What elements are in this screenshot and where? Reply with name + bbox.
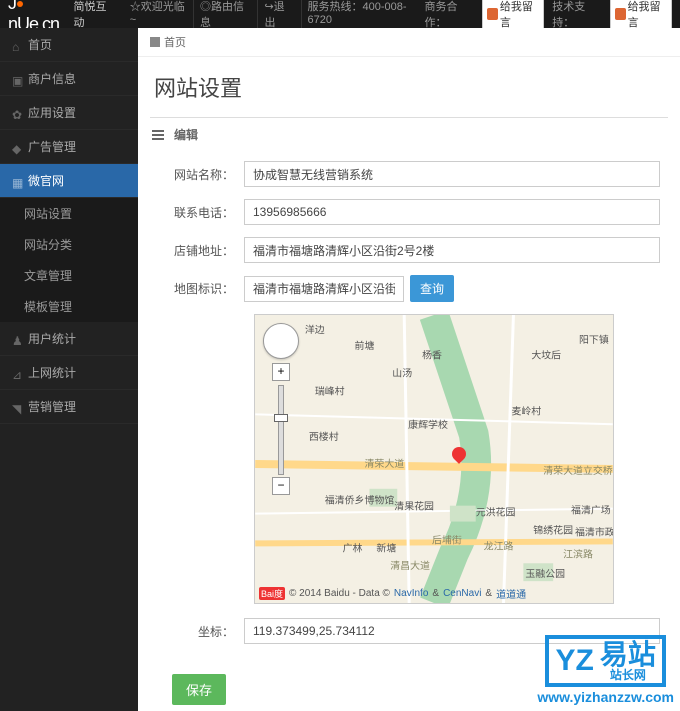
svg-text:康辉学校: 康辉学校 [408, 418, 448, 431]
sidebar: ⌂首页 ▣商户信息 ✿应用设置 ◆广告管理 ▦微官网 网站设置 网站分类 文章管… [0, 28, 138, 711]
site-name-label: 网站名称： [158, 166, 244, 183]
user-icon: ♟ [12, 334, 22, 344]
svg-text:广林: 广林 [343, 541, 363, 554]
svg-text:西楼村: 西楼村 [309, 430, 339, 443]
sidebar-sub-articles[interactable]: 文章管理 [0, 260, 138, 291]
sidebar-item-user-stats[interactable]: ♟用户统计 [0, 322, 138, 356]
edit-form: 网站名称： 联系电话： 店铺地址： 地图标识： 查询 [138, 151, 680, 711]
sidebar-item-online-stats[interactable]: ⊿上网统计 [0, 356, 138, 390]
person-icon [615, 8, 626, 20]
map-marker-icon [452, 447, 466, 467]
zoom-in-button[interactable]: + [272, 363, 290, 381]
watermark: YZ 易站站长网 www.yizhanzzw.com [537, 635, 674, 705]
daodaotong-link[interactable]: 道道通 [496, 586, 526, 601]
navinfo-link[interactable]: NavInfo [394, 588, 428, 599]
svg-text:江滨路: 江滨路 [563, 547, 593, 560]
svg-text:福清市政: 福清市政 [575, 525, 613, 538]
sidebar-item-microsite[interactable]: ▦微官网 [0, 164, 138, 198]
logo-suffix: 简悦互动 [73, 0, 113, 30]
svg-text:山汤: 山汤 [392, 368, 412, 380]
svg-text:锦绣花园: 锦绣花园 [533, 523, 573, 536]
svg-text:龙江路: 龙江路 [484, 539, 514, 552]
collapse-icon[interactable] [152, 134, 164, 136]
chart-icon: ⊿ [12, 368, 22, 378]
gear-icon: ✿ [12, 108, 22, 118]
svg-text:大坟后: 大坟后 [531, 349, 561, 362]
topbar: JnUe.cn 简悦互动 ☆欢迎光临~ ◎路由信息 ↪退出 服务热线：400-0… [0, 0, 680, 28]
bullhorn-icon: ◥ [12, 402, 22, 412]
map-widget[interactable]: 洋边 前塘 杨香 山汤 大坟后 阳下镇 瑞峰村 麦岭村 康辉学校 西楼村 福清侨… [254, 314, 614, 604]
logout-link[interactable]: ↪退出 [257, 0, 298, 30]
baidu-logo-icon: Bai度 [259, 587, 285, 600]
svg-text:清荣大道: 清荣大道 [364, 457, 404, 470]
phone-label: 联系电话： [158, 204, 244, 221]
svg-text:麦岭村: 麦岭村 [511, 404, 541, 417]
biz-label: 商务合作： [425, 0, 475, 30]
grid-icon: ▦ [12, 176, 22, 186]
hotline-text: 服务热线：400-008-6720 [301, 0, 425, 30]
router-info-link[interactable]: ◎路由信息 [193, 0, 255, 30]
svg-text:杨香: 杨香 [422, 349, 442, 362]
home-icon [150, 37, 160, 47]
zoom-slider[interactable] [278, 385, 284, 475]
tech-label: 技术支持： [552, 0, 602, 30]
person-icon [487, 8, 498, 20]
sidebar-item-ads[interactable]: ◆广告管理 [0, 130, 138, 164]
map-id-input[interactable] [244, 276, 404, 302]
svg-text:阳下镇: 阳下镇 [579, 333, 609, 346]
welcome-link[interactable]: ☆欢迎光临~ [124, 0, 191, 30]
panel-title: 编辑 [174, 126, 198, 143]
map-canvas[interactable]: 洋边 前塘 杨香 山汤 大坟后 阳下镇 瑞峰村 麦岭村 康辉学校 西楼村 福清侨… [255, 315, 613, 603]
svg-text:洋边: 洋边 [305, 323, 325, 336]
svg-text:新塘: 新塘 [376, 541, 396, 554]
ad-icon: ◆ [12, 142, 22, 152]
zoom-thumb[interactable] [274, 414, 288, 422]
panel-header: 编辑 [138, 118, 680, 151]
svg-text:后埔街: 后埔街 [432, 533, 462, 546]
page-title: 网站设置 [138, 57, 680, 117]
map-id-label: 地图标识： [158, 280, 244, 297]
cennavi-link[interactable]: CenNavi [443, 588, 481, 599]
svg-text:福清广场: 福清广场 [571, 504, 611, 517]
svg-text:清荣大道立交桥: 清荣大道立交桥 [543, 464, 613, 477]
sidebar-item-merchant[interactable]: ▣商户信息 [0, 62, 138, 96]
topbar-links: ☆欢迎光临~ ◎路由信息 ↪退出 服务热线：400-008-6720 [124, 0, 425, 30]
zoom-out-button[interactable]: − [272, 477, 290, 495]
shop-icon: ▣ [12, 74, 22, 84]
sidebar-sub-templates[interactable]: 模板管理 [0, 291, 138, 322]
coord-label: 坐标： [158, 623, 244, 640]
svg-text:福清侨乡博物馆: 福清侨乡博物馆 [325, 494, 395, 507]
sidebar-item-app-settings[interactable]: ✿应用设置 [0, 96, 138, 130]
save-button[interactable]: 保存 [172, 674, 226, 705]
svg-text:清果花园: 清果花园 [394, 500, 434, 513]
phone-input[interactable] [244, 199, 660, 225]
sidebar-item-marketing[interactable]: ◥营销管理 [0, 390, 138, 424]
address-input[interactable] [244, 237, 660, 263]
site-name-input[interactable] [244, 161, 660, 187]
svg-text:玉融公园: 玉融公园 [525, 568, 565, 580]
svg-text:前塘: 前塘 [355, 339, 375, 352]
svg-text:元洪花园: 元洪花园 [476, 506, 516, 519]
svg-text:瑞峰村: 瑞峰村 [315, 384, 345, 397]
sidebar-sub-site-settings[interactable]: 网站设置 [0, 198, 138, 229]
query-button[interactable]: 查询 [410, 275, 454, 302]
svg-text:清昌大道: 清昌大道 [390, 559, 430, 572]
main-content: 首页 网站设置 编辑 网站名称： 联系电话： 店铺地址： 地图标识： [138, 28, 680, 711]
map-attribution: Bai度 © 2014 Baidu - Data © NavInfo & Cen… [259, 586, 526, 601]
map-pan-control[interactable] [263, 323, 299, 359]
sidebar-item-home[interactable]: ⌂首页 [0, 28, 138, 62]
breadcrumb: 首页 [138, 28, 680, 57]
breadcrumb-home[interactable]: 首页 [164, 34, 186, 50]
sidebar-sub-site-categories[interactable]: 网站分类 [0, 229, 138, 260]
map-controls: + − [263, 323, 299, 497]
home-icon: ⌂ [12, 40, 22, 50]
address-label: 店铺地址： [158, 242, 244, 259]
